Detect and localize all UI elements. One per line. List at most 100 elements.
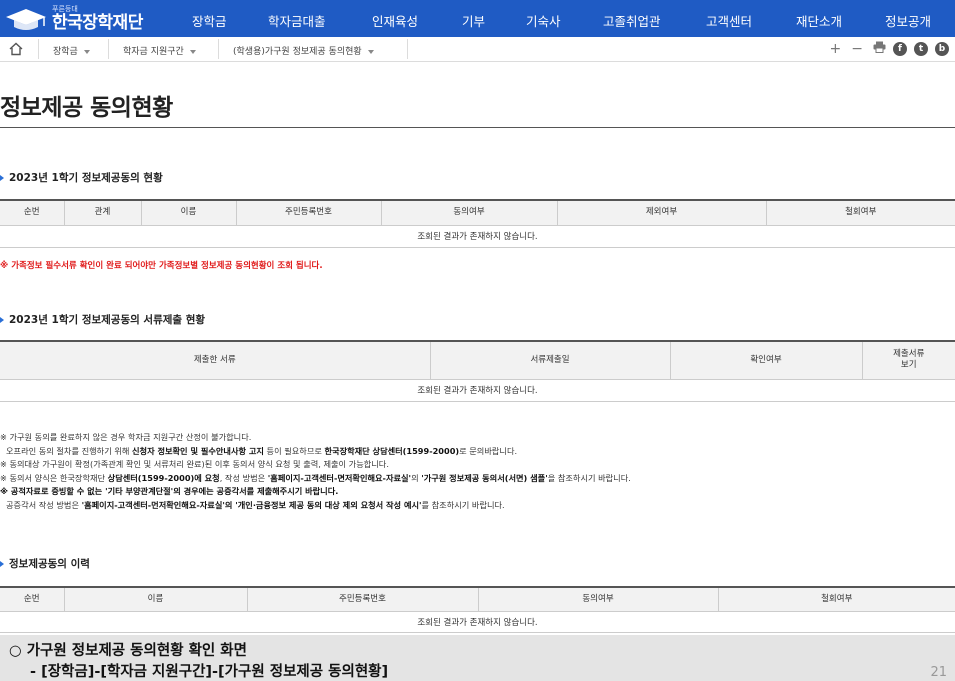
breadcrumb-divider: [108, 39, 109, 59]
note-emphasis: ※ 공적자료로 증빙할 수 없는 '기타 부양관계단절'의 경우에는 공증각서를…: [0, 486, 339, 497]
caption-title: ○ 가구원 정보제공 동의현황 확인 화면: [9, 643, 247, 659]
breadcrumb-scholarship[interactable]: 장학금: [53, 44, 90, 57]
note-emphasis: '홈페이지-고객센터-면저확인해요-자료실': [267, 472, 412, 483]
graduation-cap-icon: [4, 5, 48, 33]
consent-status-table: 순번 관계 이름 주민등록번호 동의여부 제외여부 철회여부 조회된 결과가 존…: [0, 199, 955, 248]
empty-result-message: 조회된 결과가 존재하지 않습니다.: [0, 379, 955, 402]
column-header-view-document: 제출서류 보기: [861, 340, 955, 380]
page-title: 정보제공 동의현황: [0, 95, 173, 121]
column-header-submission-date: 서류제출일: [429, 340, 670, 380]
section-title: 2023년 1학기 정보제공동의 서류제출 현황: [9, 314, 206, 326]
column-header-resident-number: 주민등록번호: [246, 586, 478, 612]
empty-result-message: 조회된 결과가 존재하지 않습니다.: [0, 611, 955, 633]
note-text: 의: [411, 472, 422, 483]
nav-item-scholarship[interactable]: 장학금: [192, 11, 227, 30]
twitter-icon[interactable]: t: [914, 42, 928, 56]
note-text: 오프라인 동의 절차를 진행하기 위해: [6, 445, 133, 456]
home-icon[interactable]: [8, 42, 24, 56]
nav-item-customer-center[interactable]: 고객센터: [706, 11, 752, 30]
breadcrumb-support-tier[interactable]: 학자금 지원구간: [123, 44, 196, 57]
facebook-icon[interactable]: f: [893, 42, 907, 56]
family-info-warning: ※ 가족정보 필수서류 확인이 완료 되어야만 가족정보별 정보제공 동의현황이…: [0, 261, 323, 271]
nav-item-disclosure[interactable]: 정보공개: [885, 11, 931, 30]
breadcrumb-divider: [218, 39, 219, 59]
note-line: 오프라인 동의 절차를 진행하기 위해 신청자 정보확인 및 필수안내사항 고지…: [0, 445, 631, 459]
slide-caption: ○ 가구원 정보제공 동의현황 확인 화면 - [장학금]-[학자금 지원구간]…: [0, 635, 955, 681]
note-emphasis: 신청자 정보확인 및 필수안내사항 고지: [132, 445, 264, 456]
title-divider: [0, 127, 955, 128]
breadcrumb: 장학금 학자금 지원구간 (학생용)가구원 정보제공 동의현황 + − f t …: [0, 37, 955, 62]
blog-icon[interactable]: b: [935, 42, 949, 56]
header-line: 제출서류: [893, 349, 925, 360]
note-emphasis: 한국장학재단 상담센터(1599-2000): [324, 445, 460, 456]
column-header-consent: 동의여부: [477, 586, 718, 612]
guidance-notes: ※ 가구원 동의를 완료하지 않은 경우 학자금 지원구간 산정이 불가합니다.…: [0, 431, 631, 513]
column-header-resident-number: 주민등록번호: [235, 199, 381, 226]
note-line: ※ 동의대상 가구원이 확정(가족관계 확인 및 서류처리 완료)된 이후 동의…: [0, 459, 389, 470]
column-header-submitted-document: 제출한 서류: [0, 340, 430, 380]
bullet-triangle-icon: [0, 561, 4, 567]
note-text: 을 참조하시기 바랍니다.: [547, 472, 631, 483]
breadcrumb-divider: [407, 39, 408, 59]
note-text: 로 문의바랍니다.: [459, 445, 518, 456]
consent-history-table: 순번 이름 주민등록번호 동의여부 철회여부 조회된 결과가 존재하지 않습니다…: [0, 586, 955, 633]
column-header-confirmed: 확인여부: [669, 340, 862, 380]
logo-title: 한국장학재단: [52, 12, 143, 33]
caption-path: - [장학금]-[학자금 지원구간]-[가구원 정보제공 동의현황]: [30, 664, 389, 680]
note-line: ※ 공적자료로 증빙할 수 없는 '기타 부양관계단절'의 경우에는 공증각서를…: [0, 485, 631, 499]
logo-subtitle: 푸른등대: [52, 4, 78, 13]
page-tools: + − f t b: [820, 41, 949, 57]
nav-item-donation[interactable]: 기부: [462, 11, 485, 30]
column-header-withdrawn: 철회여부: [765, 199, 955, 226]
breadcrumb-label: 학자금 지원구간: [123, 47, 184, 57]
header-line: 보기: [900, 360, 917, 371]
note-text: 공증각서 작성 방법은: [6, 499, 82, 510]
bullet-triangle-icon: [0, 175, 4, 181]
column-header-relation: 관계: [63, 199, 141, 226]
breadcrumb-label: (학생용)가구원 정보제공 동의현황: [233, 47, 362, 57]
nav-item-student-loan[interactable]: 학자금대출: [268, 11, 326, 30]
section-title: 정보제공동의 이력: [9, 558, 90, 570]
main-menu: 장학금 학자금대출 인재육성 기부 기숙사 고졸취업관 고객센터 재단소개 정보…: [176, 0, 955, 37]
note-text: ※ 동의서 양식은 한국장학재단: [0, 472, 108, 483]
note-emphasis: 상담센터(1599-2000)에 요청: [107, 472, 220, 483]
chevron-down-icon: [367, 49, 374, 54]
column-header-excluded: 제외여부: [556, 199, 766, 226]
column-header-no: 순번: [0, 586, 64, 612]
note-line: ※ 동의서 양식은 한국장학재단 상담센터(1599-2000)에 요청, 작성…: [0, 472, 631, 486]
column-header-consent: 동의여부: [380, 199, 557, 226]
bullet-triangle-icon: [0, 317, 4, 323]
nav-item-employment[interactable]: 고졸취업관: [603, 11, 661, 30]
chevron-down-icon: [83, 49, 90, 54]
page-number: 21: [930, 665, 947, 680]
note-emphasis: '홈페이지-고객센터-먼저확인해요-자료실'의 '개인·금융정보 제공 동의 대…: [81, 499, 422, 510]
note-text: , 작성 방법은: [219, 472, 268, 483]
note-text: 를 참조하시기 바랍니다.: [421, 499, 505, 510]
chevron-down-icon: [189, 49, 196, 54]
section-document-status-heading: 2023년 1학기 정보제공동의 서류제출 현황: [0, 312, 205, 327]
top-navigation: 푸른등대 한국장학재단 장학금 학자금대출 인재육성 기부 기숙사 고졸취업관 …: [0, 0, 955, 37]
print-icon[interactable]: [873, 41, 886, 57]
document-submission-table: 제출한 서류 서류제출일 확인여부 제출서류 보기 조회된 결과가 존재하지 않습…: [0, 340, 955, 402]
logo[interactable]: 푸른등대 한국장학재단: [4, 2, 143, 35]
note-line: 공증각서 작성 방법은 '홈페이지-고객센터-먼저확인해요-자료실'의 '개인·…: [0, 499, 631, 513]
column-header-no: 순번: [0, 199, 64, 226]
zoom-in-button[interactable]: +: [830, 41, 842, 57]
zoom-out-button[interactable]: −: [851, 41, 863, 57]
note-line: ※ 가구원 동의를 완료하지 않은 경우 학자금 지원구간 산정이 불가합니다.: [0, 432, 252, 442]
nav-item-talent[interactable]: 인재육성: [372, 11, 418, 30]
section-consent-status-heading: 2023년 1학기 정보제공동의 현황: [0, 170, 163, 185]
breadcrumb-divider: [38, 39, 39, 59]
breadcrumb-label: 장학금: [53, 47, 78, 57]
section-title: 2023년 1학기 정보제공동의 현황: [9, 172, 163, 184]
empty-result-message: 조회된 결과가 존재하지 않습니다.: [0, 225, 955, 248]
column-header-withdrawn: 철회여부: [717, 586, 955, 612]
nav-item-dormitory[interactable]: 기숙사: [526, 11, 561, 30]
nav-item-about[interactable]: 재단소개: [796, 11, 842, 30]
column-header-name: 이름: [63, 586, 247, 612]
note-text: 등이 필요하므로: [263, 445, 325, 456]
column-header-name: 이름: [140, 199, 236, 226]
section-consent-history-heading: 정보제공동의 이력: [0, 556, 90, 571]
breadcrumb-consent-status[interactable]: (학생용)가구원 정보제공 동의현황: [233, 44, 374, 57]
note-emphasis: '가구원 정보제공 동의서(서면) 샘플': [421, 472, 548, 483]
